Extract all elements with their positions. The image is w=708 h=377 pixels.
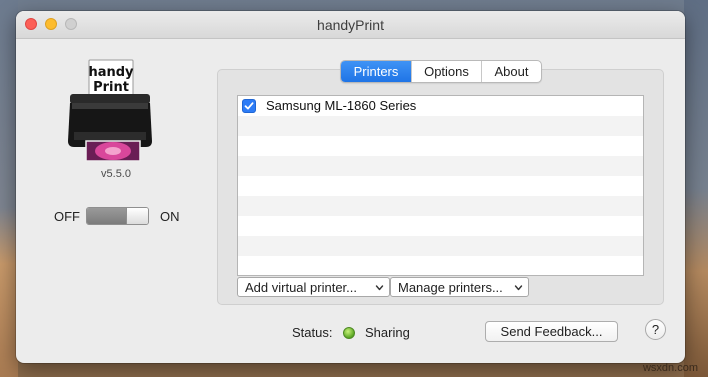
table-row[interactable] (238, 156, 643, 176)
printer-row[interactable]: Samsung ML-1860 Series (238, 96, 643, 116)
logo-text-print: Print (93, 80, 129, 95)
tab-bar: Printers Options About (340, 60, 542, 83)
send-feedback-button[interactable]: Send Feedback... (485, 321, 618, 342)
app-version: v5.5.0 (101, 168, 131, 180)
help-button[interactable]: ? (645, 319, 666, 340)
window-title: handyPrint (317, 17, 384, 33)
add-virtual-printer-popup[interactable]: Add virtual printer... (237, 277, 390, 297)
table-row[interactable] (238, 196, 643, 216)
status-label: Status: (292, 325, 333, 340)
manage-printers-label: Manage printers... (398, 280, 503, 295)
table-row[interactable] (238, 116, 643, 136)
tab-about[interactable]: About (481, 61, 541, 82)
chevron-down-icon (514, 285, 523, 291)
toggle-on-label: ON (160, 209, 180, 224)
table-row[interactable] (238, 216, 643, 236)
toggle-track-fill (87, 208, 127, 224)
checkmark-icon (244, 102, 254, 110)
add-virtual-printer-label: Add virtual printer... (245, 280, 357, 295)
table-row[interactable] (238, 176, 643, 196)
manage-printers-popup[interactable]: Manage printers... (390, 277, 529, 297)
printer-name: Samsung ML-1860 Series (266, 98, 417, 113)
printer-enabled-checkbox[interactable] (242, 99, 256, 113)
table-row[interactable] (238, 256, 643, 275)
toggle-knob[interactable] (126, 208, 148, 224)
toggle-off-label: OFF (54, 209, 80, 224)
app-window: handyPrint handy Print v5.5.0 OFF ON Pri… (16, 11, 685, 363)
title-bar[interactable]: handyPrint (16, 11, 685, 39)
desktop-background-right (684, 0, 708, 377)
printer-logo-icon: handy Print (68, 59, 152, 162)
status-dot-icon (343, 327, 355, 339)
tab-options[interactable]: Options (411, 61, 481, 82)
status-value: Sharing (365, 325, 410, 340)
table-row[interactable] (238, 236, 643, 256)
tab-printers[interactable]: Printers (341, 61, 411, 82)
table-row[interactable] (238, 136, 643, 156)
chevron-down-icon (375, 285, 384, 291)
sharing-toggle[interactable] (86, 207, 149, 225)
watermark-text: wsxdn.com (642, 362, 698, 374)
logo-text-handy: handy (88, 65, 134, 80)
printer-list[interactable]: Samsung ML-1860 Series (237, 95, 644, 276)
